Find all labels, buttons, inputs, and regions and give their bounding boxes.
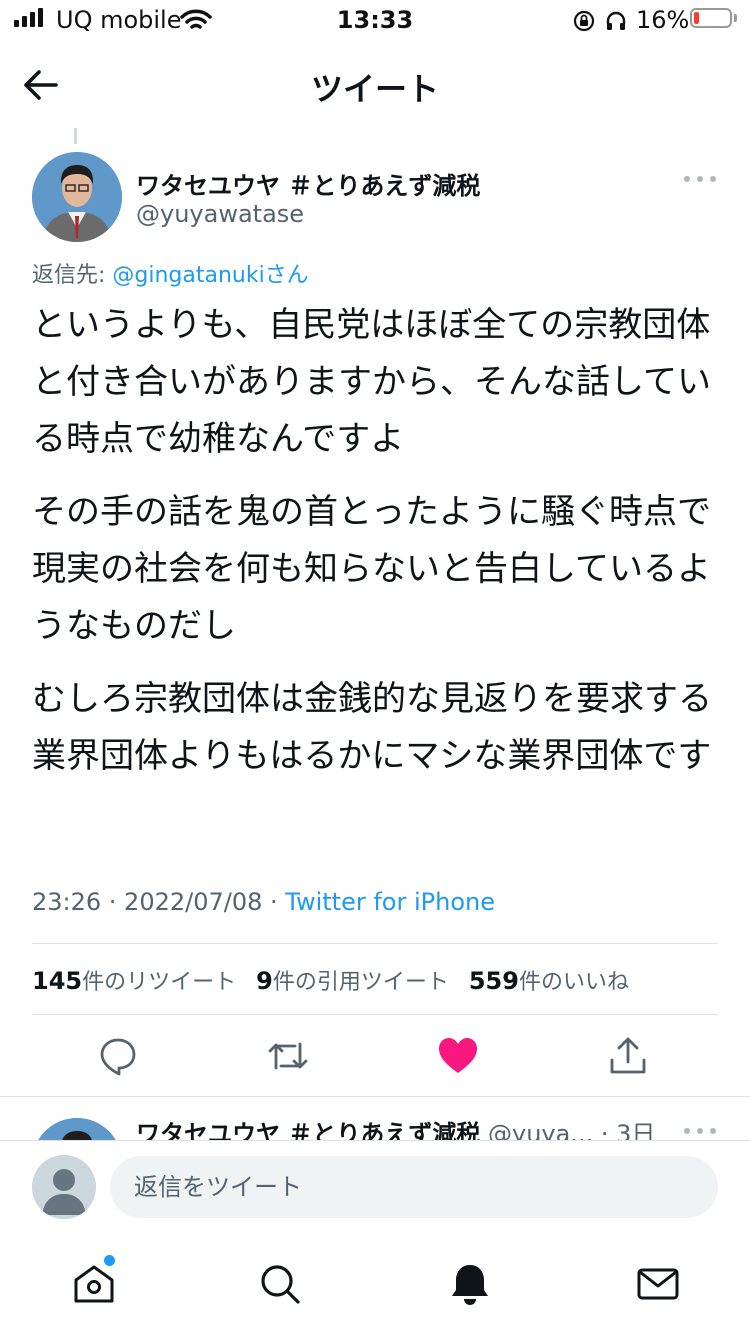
tweet-stats: 145件のリツイート 9件の引用ツイート 559件のいいね — [32, 964, 629, 996]
author-name[interactable]: ワタセユウヤ ＃とりあえず減税 — [136, 166, 480, 201]
reply-to-line: 返信先: @gingatanukiさん — [32, 257, 309, 289]
quotes-label: 件の引用ツイート — [272, 970, 449, 995]
likes-stat[interactable]: 559件のいいね — [468, 967, 629, 995]
home-icon[interactable] — [70, 1260, 118, 1308]
current-user-avatar[interactable] — [32, 1155, 96, 1219]
battery-cap — [734, 14, 737, 22]
headphones-icon — [606, 11, 626, 30]
reply-icon[interactable] — [96, 1034, 140, 1078]
orientation-lock-icon — [573, 10, 595, 32]
retweets-count: 145 — [32, 967, 83, 995]
tweet-source[interactable]: Twitter for iPhone — [285, 888, 495, 916]
messages-icon[interactable] — [634, 1260, 682, 1308]
more-options-icon[interactable] — [684, 176, 716, 184]
author-avatar[interactable] — [32, 152, 122, 242]
quotes-count: 9 — [256, 967, 273, 995]
likes-count: 559 — [468, 967, 519, 995]
notifications-icon[interactable] — [446, 1260, 494, 1308]
search-icon[interactable] — [256, 1260, 304, 1308]
divider — [32, 1014, 718, 1015]
page-title: ツイート — [310, 70, 439, 108]
home-notification-dot — [104, 1255, 115, 1266]
reply-input[interactable]: 返信をツイート — [110, 1156, 718, 1218]
status-bar: UQ mobile 13:33 16% — [0, 0, 750, 44]
reply-to-suffix: さん — [264, 263, 309, 288]
reply-to-prefix: 返信先: — [32, 263, 113, 288]
battery-percentage: 16% — [636, 6, 690, 34]
thread-connector — [74, 128, 77, 144]
divider — [0, 1096, 750, 1097]
tweet-text-paragraph: むしろ宗教団体は金銭的な見返りを要求する業界団体よりもはるかにマシな業界団体です — [32, 679, 712, 776]
tweet-timestamp[interactable]: 23:26 · 2022/07/08 · — [32, 888, 285, 916]
share-icon[interactable] — [606, 1034, 650, 1078]
author-handle[interactable]: @yuyawatase — [136, 200, 304, 228]
likes-label: 件のいいね — [518, 970, 629, 995]
tweet-meta: 23:26 · 2022/07/08 · Twitter for iPhone — [32, 888, 495, 916]
battery-icon — [690, 8, 732, 28]
retweet-icon[interactable] — [266, 1034, 310, 1078]
more-options-icon[interactable] — [684, 1128, 716, 1136]
like-icon[interactable] — [436, 1034, 480, 1078]
reply-to-mention[interactable]: @gingatanuki — [112, 263, 264, 288]
tweet-text-paragraph: その手の話を鬼の首とったように騒ぐ時点で現実の社会を何も知らないと告白しているよ… — [32, 492, 711, 646]
divider — [32, 943, 718, 944]
quotes-stat[interactable]: 9件の引用ツイート — [256, 967, 449, 995]
tweet-text-paragraph: というよりも、自民党はほぼ全ての宗教団体と付き合いがありますから、そんな話してい… — [32, 305, 711, 459]
retweets-stat[interactable]: 145件のリツイート — [32, 967, 237, 995]
retweets-label: 件のリツイート — [82, 970, 237, 995]
